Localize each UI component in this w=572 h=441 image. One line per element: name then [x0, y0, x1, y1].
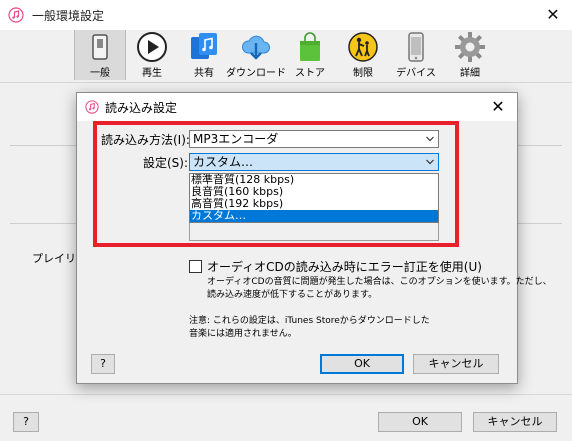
group-divider-left: [10, 145, 76, 146]
store-bag-icon: [300, 32, 320, 61]
setting-value: カスタム…: [193, 155, 254, 169]
main-titlebar: 一般環境設定 ✕: [0, 0, 572, 30]
play-icon: [137, 32, 167, 62]
window-title: 一般環境設定: [32, 8, 105, 23]
group-divider-right: [518, 145, 562, 146]
dialog-title: 読み込み設定: [105, 100, 178, 115]
import-method-value: MP3エンコーダ: [193, 132, 279, 146]
chevron-down-icon: [426, 136, 434, 142]
import-method-select[interactable]: MP3エンコーダ: [189, 130, 439, 148]
error-correction-note-line2: 読み込み速度が低下することがあります。: [207, 290, 378, 300]
import-settings-dialog: 読み込み設定 ✕ 読み込み方法(I): MP3エンコーダ 設定(S): カスタム…: [76, 92, 552, 384]
general-switch-icon: [92, 34, 108, 60]
group-divider-left-2: [10, 223, 76, 224]
preferences-toolbar: 一般 再生 共有 ダウンロード ストア 制限 デバイス 詳細: [0, 30, 572, 82]
caution-note-line1: 注意: これらの設定は、iTunes Storeからダウンロードした: [189, 316, 430, 326]
dialog-cancel-button[interactable]: キャンセル: [413, 354, 499, 374]
tab-sharing-label: 共有: [194, 68, 214, 79]
tab-downloads-label: ダウンロード: [226, 68, 286, 79]
dialog-ok-button[interactable]: OK: [320, 354, 404, 374]
main-footer: ? OK キャンセル: [0, 394, 572, 441]
chevron-down-icon: [426, 159, 434, 165]
tab-advanced[interactable]: 詳細: [444, 30, 496, 80]
import-method-label: 読み込み方法(I):: [101, 133, 190, 147]
cloud-download-icon: [242, 35, 270, 60]
tab-devices[interactable]: デバイス: [390, 30, 442, 80]
tab-restrictions[interactable]: 制限: [337, 30, 389, 80]
window-close-button[interactable]: ✕: [544, 6, 562, 24]
gear-icon: [455, 32, 485, 62]
setting-dropdown-list: 標準音質(128 kbps) 良音質(160 kbps) 高音質(192 kbp…: [189, 173, 439, 223]
setting-option-selected[interactable]: カスタム…: [190, 210, 438, 222]
tab-devices-label: デバイス: [396, 68, 436, 79]
tab-playback[interactable]: 再生: [126, 30, 178, 80]
error-correction-label[interactable]: オーディオCDの読み込み時にエラー訂正を使用(U): [207, 258, 482, 275]
tab-downloads[interactable]: ダウンロード: [226, 30, 286, 80]
dialog-help-button[interactable]: ?: [91, 354, 115, 374]
setting-select[interactable]: カスタム…: [189, 153, 439, 171]
tab-store[interactable]: ストア: [284, 30, 336, 80]
main-ok-button[interactable]: OK: [378, 412, 462, 432]
itunes-app-icon: [8, 7, 24, 23]
tab-general[interactable]: 一般: [74, 30, 126, 80]
group-divider-right-2: [518, 223, 562, 224]
music-share-icon: [191, 33, 217, 59]
setting-label: 設定(S):: [143, 156, 189, 170]
tab-playback-label: 再生: [142, 68, 162, 79]
dialog-titlebar: 読み込み設定 ✕: [77, 93, 517, 121]
tab-general-label: 一般: [90, 68, 110, 79]
main-cancel-button[interactable]: キャンセル: [473, 412, 557, 432]
itunes-app-icon: [85, 100, 99, 114]
caution-note-line2: 音楽には適用されません。: [189, 329, 297, 339]
tab-store-label: ストア: [295, 68, 325, 79]
details-box: [189, 223, 439, 241]
tab-restrictions-label: 制限: [353, 68, 373, 79]
tab-advanced-label: 詳細: [460, 68, 480, 79]
tab-sharing[interactable]: 共有: [178, 30, 230, 80]
parental-restriction-icon: [348, 32, 378, 62]
device-phone-icon: [408, 32, 424, 62]
error-correction-checkbox[interactable]: [189, 260, 202, 273]
error-correction-note-line1: オーディオCDの音質に問題が発生した場合は、このオプションを使います。ただし、: [207, 277, 552, 287]
main-help-button[interactable]: ?: [13, 412, 39, 432]
dialog-close-button[interactable]: ✕: [489, 98, 507, 116]
